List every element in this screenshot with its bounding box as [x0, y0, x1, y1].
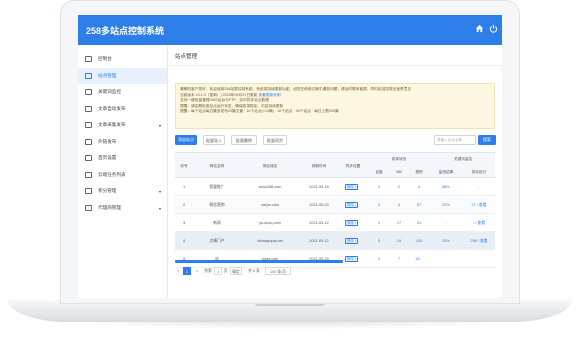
cloud-icon [85, 171, 92, 178]
col-monitor-result: 监测结果 [438, 170, 454, 174]
sidebar-item-cloud-tasks[interactable]: 云端任务列表 [78, 167, 167, 184]
search-input[interactable]: 请输入站点名称 [434, 135, 476, 145]
search-button[interactable]: 搜索 [478, 135, 496, 145]
chevron-down-icon: ▾ [158, 123, 161, 128]
sidebar-item-collect-publish[interactable]: 文章采集发布 ▾ [78, 117, 167, 134]
sidebar-item-points[interactable]: 积分管理 ▾ [78, 183, 167, 200]
table-row[interactable]: 3 新闻 ys-docq.com 2021-03-12 修改 ▪ 1 17 51… [175, 214, 495, 232]
folder-icon [85, 122, 92, 129]
power-icon[interactable] [488, 24, 498, 34]
user-icon [85, 204, 92, 211]
chevron-down-icon: ▾ [158, 189, 161, 194]
notice-link[interactable]: 查看更新说明 [258, 93, 280, 97]
sidebar-item-homepage-settings[interactable]: 首页设置 [78, 150, 167, 167]
table-row[interactable]: 2 微信营销 nakjm.com 2021-05-03 修改 ▪ 0 3 57 … [175, 196, 495, 214]
col-keyword-monitor: 关键词监控 [453, 157, 473, 161]
edit-button[interactable]: 修改 ▪ [345, 202, 358, 208]
edit-button[interactable]: 修改 ▪ [345, 256, 358, 262]
coin-icon [85, 188, 92, 195]
monitor-icon [85, 56, 92, 63]
sidebar-item-auto-publish[interactable]: 文章自动发布 [78, 101, 167, 118]
link-icon [85, 138, 92, 145]
add-site-button[interactable]: 添加站点 [175, 135, 197, 145]
notice-line: 提醒：每个站点每日最多发布20篇文章 · 10个站点(=10篇) · 10个站点… [180, 109, 339, 113]
sidebar-item-site-management[interactable]: 站点管理 [78, 67, 167, 84]
col-baidu: 百度 [375, 170, 383, 174]
batch-delete-button[interactable]: 批量删除 [231, 135, 257, 145]
app-title: 258多站点控制系统 [86, 26, 165, 36]
col-rank-stats: 排名统计 [471, 170, 487, 174]
page-title: 站点管理 [175, 54, 198, 60]
top-bar: 258多站点控制系统 [78, 15, 502, 45]
sidebar-item-agents[interactable]: 代理商管理 ▾ [78, 200, 167, 217]
sidebar-item-dashboard[interactable]: 控制台 [78, 51, 167, 68]
batch-sync-button[interactable]: 批量同步 [263, 135, 287, 145]
col-sync: 同步设置 [345, 164, 361, 168]
table-row[interactable]: 4 点睛门户 chinaqinpai.net 2021-05-12 修改 ▪ 5… [175, 232, 495, 250]
col-sogou: 搜狗 [415, 170, 423, 174]
chart-icon [85, 89, 92, 96]
sidebar-item-external-links[interactable]: 外链发布 [78, 134, 167, 151]
horizontal-scrollbar[interactable] [175, 260, 343, 263]
page-unit-label: 页 [223, 269, 228, 273]
sidebar-item-keyword-monitor[interactable]: 关键词监控 [78, 84, 167, 101]
sites-table: 序号 网站名称 绑定域名 到期时间 同步设置 收录状态 关键词监控 百度 360… [175, 152, 495, 268]
edit-button[interactable]: 修改 ▪ [345, 238, 358, 244]
notice-box: 尊敬的客户您好，欢迎使用258站群控制系统，系统将持续更新功能，如您在使用过程中… [175, 83, 495, 129]
page-1-button[interactable]: 1 [183, 267, 191, 275]
settings-icon [85, 155, 92, 162]
next-page-button[interactable]: > [194, 267, 200, 275]
col-360: 360 [395, 170, 403, 174]
main-content: 站点管理 尊敬的客户您好，欢迎使用258站群控制系统，系统将持续更新功能，如您在… [168, 45, 502, 298]
goto-confirm-button[interactable]: 确定 [230, 267, 242, 275]
edit-button[interactable]: 修改 ▪ [345, 184, 358, 190]
total-count: 共 5 条 [248, 269, 260, 273]
house-icon [85, 72, 92, 79]
prev-page-button[interactable]: < [175, 267, 181, 275]
chevron-down-icon: ▾ [158, 205, 161, 211]
col-index-status: 收录状态 [391, 157, 407, 161]
goto-label: 到第 [204, 269, 212, 273]
table-row[interactable]: 1 我要推广 sohu168.com 2021-05-15 修改 ▪ 0 0 4… [175, 178, 495, 196]
import-button[interactable]: 批量导入 [203, 135, 225, 145]
document-icon [85, 105, 92, 112]
table-row[interactable]: 5 站 tuhet.com 2021-05-24 修改 ▪ 0 7 18... [175, 250, 495, 268]
col-num: 序号 [180, 164, 188, 168]
edit-button[interactable]: 修改 ▪ [345, 220, 358, 226]
col-name: 网站名称 [209, 164, 225, 168]
sidebar: 控制台 站点管理 关键词监控 文章自动发布 文章采集发布 ▾ 外链发布 首页设置 … [78, 45, 168, 298]
home-icon[interactable] [474, 24, 484, 34]
col-domain: 绑定域名 [262, 164, 278, 168]
app-screen: 258多站点控制系统 控制台 站点管理 关键词监控 文章自动发布 文章采集发布 ▾… [78, 15, 502, 298]
goto-page-input[interactable]: 1 [214, 267, 222, 275]
page-size-select[interactable]: 100 条/页 [265, 267, 291, 275]
divider [168, 65, 502, 66]
col-expiry: 到期时间 [311, 164, 327, 168]
table-header: 序号 网站名称 绑定域名 到期时间 同步设置 收录状态 关键词监控 百度 360… [175, 152, 495, 178]
